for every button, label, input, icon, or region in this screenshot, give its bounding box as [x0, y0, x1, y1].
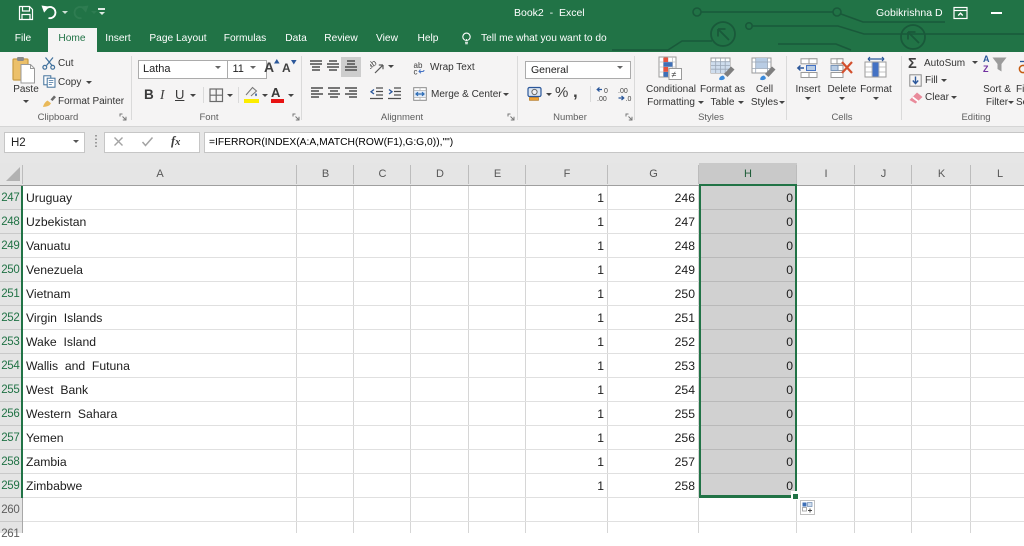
svg-text:0: 0 [604, 88, 608, 95]
svg-text:ab: ab [370, 59, 379, 71]
svg-text:≠: ≠ [672, 70, 677, 80]
svg-text:.00: .00 [618, 88, 628, 95]
svg-text:c: c [414, 68, 418, 76]
svg-text:.00: .00 [597, 96, 607, 102]
